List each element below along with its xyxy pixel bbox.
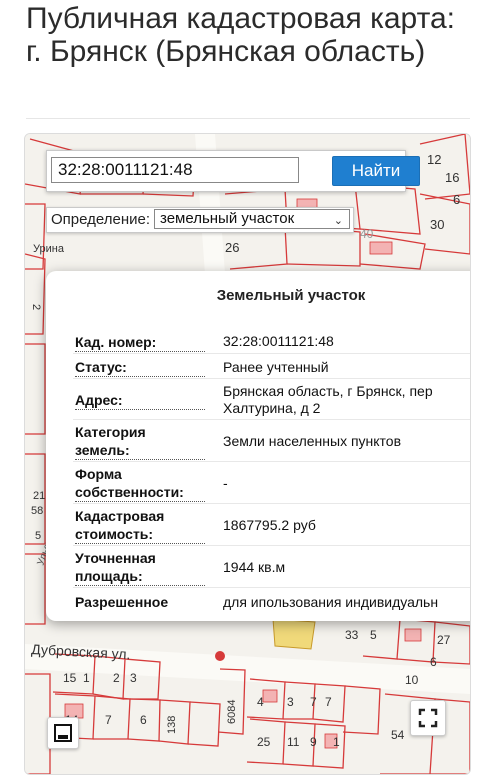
parcel-number: 1 xyxy=(83,671,90,685)
attr-label: Статус: xyxy=(75,358,205,377)
parcel-number: 54 xyxy=(391,728,405,742)
parcel-number: 5 xyxy=(35,530,41,542)
parcel-number: 25 xyxy=(257,735,271,749)
attr-value: 1867795.2 руб xyxy=(223,517,316,533)
attr-label: Форма xyxy=(75,466,122,482)
parcel-number: 40 xyxy=(360,227,374,241)
attr-label: Категория xyxy=(75,424,146,440)
parcel-number: 6 xyxy=(140,713,147,727)
search-panel: Найти xyxy=(46,150,420,192)
attr-label: собственности: xyxy=(75,483,205,502)
attr-label: стоимость: xyxy=(75,525,205,544)
parcel-number: 3 xyxy=(287,695,294,709)
attr-value: для ипользования индивидуальн xyxy=(223,594,439,610)
attr-value: 1944 кв.м xyxy=(223,559,286,575)
definition-selected-value: земельный участок xyxy=(160,210,295,227)
parcel-number: 33 xyxy=(345,628,359,642)
attr-row-status: Статус: Ранее учтенный xyxy=(73,353,470,378)
attr-row-cadastral-number: Кад. номер: 32:28:0011121:48 xyxy=(73,328,470,353)
cadastral-number-input[interactable] xyxy=(51,157,299,183)
map-container[interactable]: 12 16 6 30 40 26 2 21 58 5 Урина Ульског… xyxy=(24,133,471,775)
parcel-number: 7 xyxy=(325,695,332,709)
layers-icon xyxy=(54,724,72,742)
attributes-table: Кад. номер: 32:28:0011121:48 Статус: Ран… xyxy=(73,328,470,616)
parcel-number: 27 xyxy=(437,633,451,647)
parcel-number: 7 xyxy=(310,695,317,709)
parcel-number: 6 xyxy=(430,655,437,669)
parcel-number: 2 xyxy=(30,304,42,310)
attr-label: Разрешенное xyxy=(75,594,169,610)
attr-label: Кад. номер: xyxy=(75,333,205,352)
street-label: Урина xyxy=(33,243,65,255)
attr-value: Земли населенных пунктов xyxy=(223,433,402,449)
parcel-number: 5 xyxy=(370,628,377,642)
attr-label: площадь: xyxy=(75,567,205,586)
fullscreen-icon xyxy=(418,708,438,728)
parcel-number: 12 xyxy=(427,152,441,167)
chevron-down-icon: ⌄ xyxy=(333,215,343,227)
definition-select[interactable]: земельный участок ⌄ xyxy=(154,209,350,229)
attr-value: - xyxy=(223,475,228,491)
parcel-number: 26 xyxy=(225,240,239,255)
attr-row-cadastral-value: Кадастровая стоимость: 1867795.2 руб xyxy=(73,503,470,545)
parcel-number: 58 xyxy=(31,505,43,517)
attr-label: Адрес: xyxy=(75,391,205,410)
parcel-number: 4 xyxy=(257,695,264,709)
page-title: Публичная кадастровая карта: г. Брянск (… xyxy=(26,2,456,68)
parcel-number: 11 xyxy=(287,735,300,749)
parcel-number: 7 xyxy=(105,713,112,727)
parcel-number: 10 xyxy=(405,673,419,687)
attr-row-land-category: Категория земель: Земли населенных пункт… xyxy=(73,419,470,461)
parcel-number: 1 xyxy=(333,735,340,749)
parcel-number: 6084 xyxy=(226,700,238,724)
parcel-number: 3 xyxy=(130,671,137,685)
attr-value: Халтурина, д 2 xyxy=(223,400,321,416)
attr-value: 32:28:0011121:48 xyxy=(223,333,334,349)
parcel-number: 138 xyxy=(166,716,178,734)
parcel-info-popup: Земельный участок Кад. номер: 32:28:0011… xyxy=(46,271,470,621)
parcel-number: 16 xyxy=(445,170,459,185)
attr-value: Брянская область, г Брянск, пер xyxy=(223,383,433,399)
layers-button[interactable] xyxy=(47,717,79,749)
parcel-number: 15 xyxy=(63,671,77,685)
attr-label: земель: xyxy=(75,441,205,460)
parcel-number: 21 xyxy=(33,490,45,502)
attr-row-area: Уточненная площадь: 1944 кв.м xyxy=(73,545,470,587)
find-button[interactable]: Найти xyxy=(332,156,420,186)
parcel-number: 2 xyxy=(113,671,120,685)
definition-panel: Определение: земельный участок ⌄ xyxy=(46,207,354,233)
attr-value: Ранее учтенный xyxy=(223,359,329,375)
parcel-number: 30 xyxy=(430,217,444,232)
fullscreen-button[interactable] xyxy=(410,700,446,736)
parcel-number: 6 xyxy=(453,192,460,207)
attr-row-address: Адрес: Брянская область, г Брянск, пер Х… xyxy=(73,378,470,419)
attr-label: Кадастровая xyxy=(75,508,165,524)
popup-title: Земельный участок xyxy=(216,287,366,304)
divider xyxy=(26,118,470,119)
attr-label: Уточненная xyxy=(75,550,156,566)
definition-label: Определение: xyxy=(51,211,151,228)
parcel-number: 9 xyxy=(310,735,317,749)
map-marker-icon xyxy=(215,651,225,661)
attr-row-ownership: Форма собственности: - xyxy=(73,461,470,503)
attr-row-permitted-use: Разрешенное для ипользования индивидуаль… xyxy=(73,587,470,616)
